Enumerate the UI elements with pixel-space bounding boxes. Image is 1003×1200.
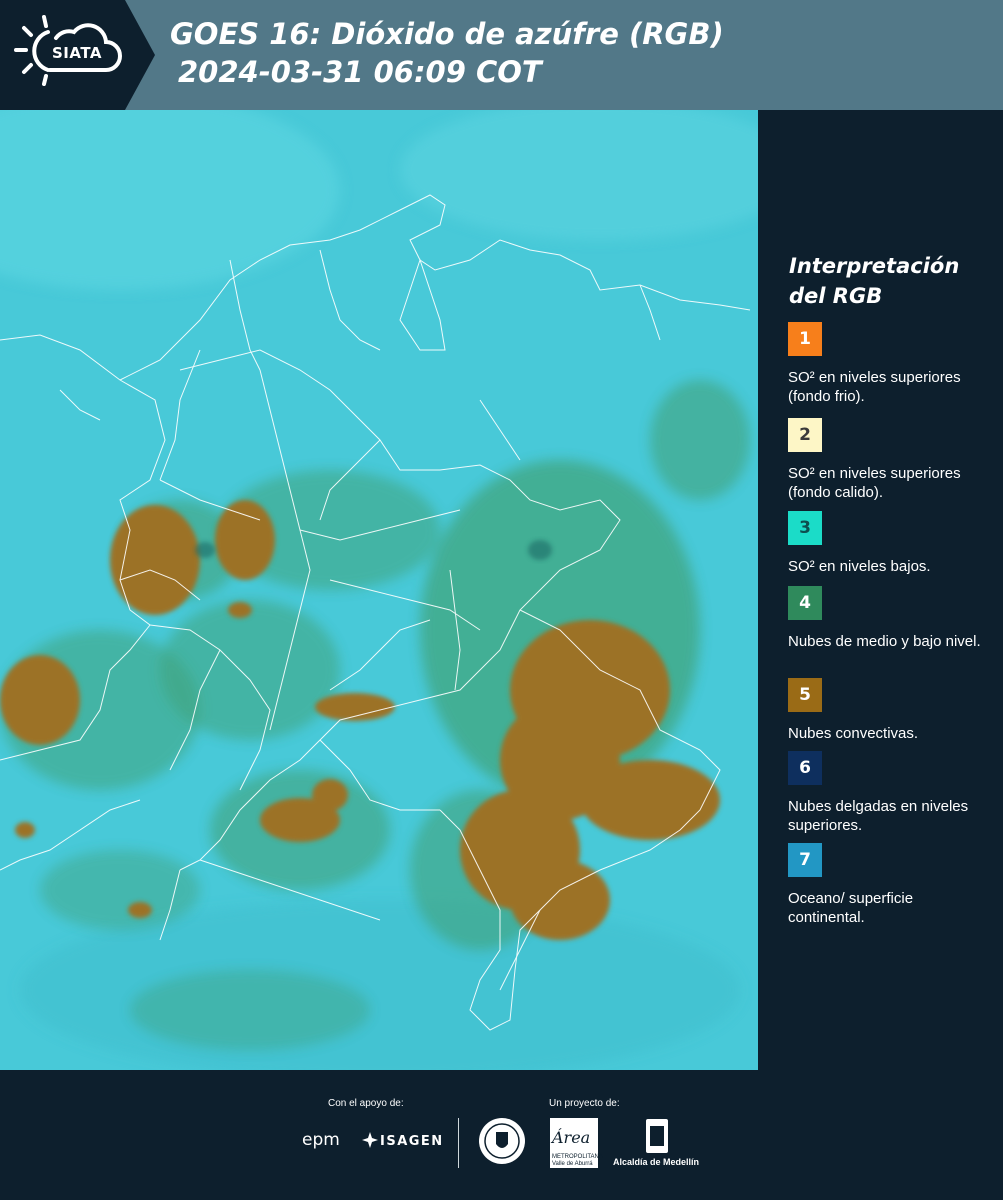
legend-item-7: 7 Oceano/ superficie continental.: [788, 843, 993, 927]
coat-of-arms-icon[interactable]: [645, 1118, 669, 1154]
legend-item-6: 6 Nubes delgadas en niveles superiores.: [788, 751, 993, 835]
project-caption: Un proyecto de:: [549, 1098, 620, 1109]
siata-logo[interactable]: SIATA: [0, 0, 155, 110]
legend-title: Interpretación del RGB: [789, 254, 960, 308]
legend-label-3: SO² en niveles bajos.: [788, 558, 931, 575]
legend-label-7: Oceano/ superficie continental.: [788, 890, 914, 926]
legend-panel: Interpretación del RGB 1 SO² en niveles …: [760, 110, 1003, 1070]
isagen-logo[interactable]: ISAGEN: [380, 1134, 444, 1149]
legend-swatch-6: 6: [788, 751, 822, 785]
legend-swatch-2: 2: [788, 418, 822, 452]
area-logo-text: Área: [552, 1128, 591, 1147]
map-canvas: [0, 110, 758, 1070]
legend-swatch-7: 7: [788, 843, 822, 877]
legend-item-2: 2 SO² en niveles superiores (fondo calid…: [788, 418, 993, 502]
support-caption: Con el apoyo de:: [328, 1098, 404, 1109]
legend-item-3: 3 SO² en niveles bajos.: [788, 511, 993, 576]
logo-text: SIATA: [52, 44, 103, 62]
legend-swatch-4: 4: [788, 586, 822, 620]
legend-swatch-1: 1: [788, 322, 822, 356]
footer-bar: Con el apoyo de: Un proyecto de: epm ISA…: [0, 1070, 1003, 1200]
alcaldia-text: Alcaldía de Medellín: [613, 1157, 700, 1167]
satellite-map[interactable]: [0, 110, 758, 1070]
area-logo-subtext: METROPOLITANA Valle de Aburrá: [552, 1154, 603, 1167]
legend-label-2: SO² en niveles superiores (fondo calido)…: [788, 465, 961, 501]
footer-divider: [458, 1118, 459, 1168]
isagen-icon: [362, 1132, 378, 1148]
legend-swatch-3: 3: [788, 511, 822, 545]
legend-label-4: Nubes de medio y bajo nivel.: [788, 633, 981, 650]
legend-label-6: Nubes delgadas en niveles superiores.: [788, 798, 969, 834]
legend-label-5: Nubes convectivas.: [788, 725, 919, 742]
timestamp: 2024-03-31 06:09 COT: [178, 55, 542, 89]
seal-icon[interactable]: [477, 1116, 527, 1166]
legend-item-1: 1 SO² en niveles superiores (fondo frio)…: [788, 322, 993, 406]
legend-item-4: 4 Nubes de medio y bajo nivel.: [788, 586, 993, 651]
legend-item-5: 5 Nubes convectivas.: [788, 678, 993, 743]
header-bar: SIATA GOES 16: Dióxido de azúfre (RGB) 2…: [0, 0, 1003, 110]
legend-label-1: SO² en niveles superiores (fondo frio).: [788, 369, 961, 405]
epm-logo[interactable]: epm: [302, 1130, 340, 1150]
page-title: GOES 16: Dióxido de azúfre (RGB): [170, 17, 724, 51]
legend-swatch-5: 5: [788, 678, 822, 712]
